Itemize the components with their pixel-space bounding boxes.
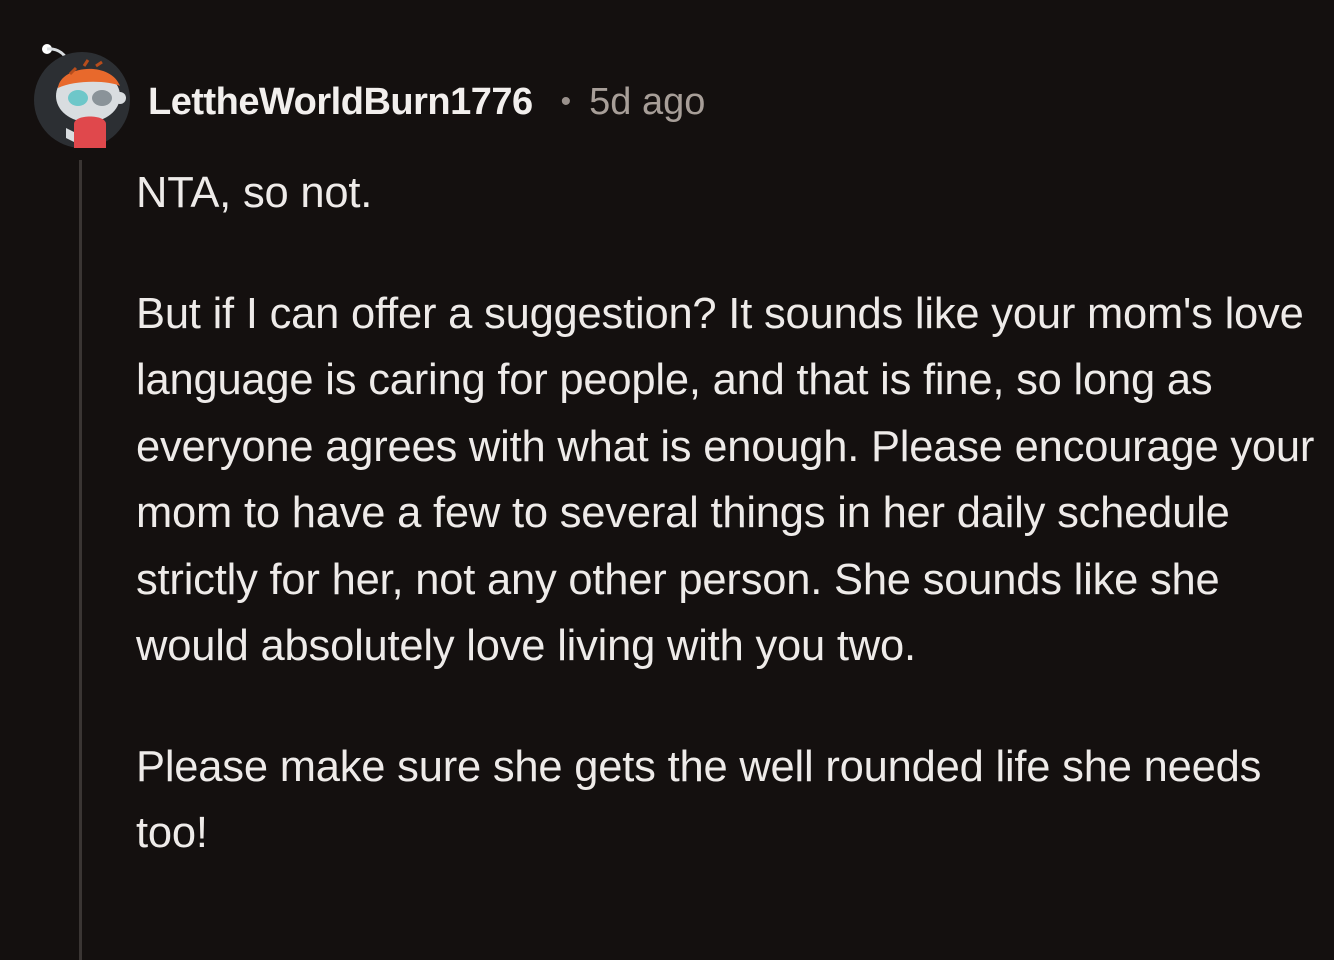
comment-paragraph: But if I can offer a suggestion? It soun…: [136, 289, 1315, 671]
comment-timestamp[interactable]: 5d ago: [589, 81, 705, 124]
thread-line[interactable]: [79, 160, 82, 960]
comment-header: LettheWorldBurn1776 • 5d ago: [148, 78, 705, 126]
comment-paragraph: Please make sure she gets the well round…: [136, 742, 1262, 858]
snoo-avatar-icon: [34, 44, 130, 148]
meta-separator: •: [560, 85, 572, 118]
comment-body: NTA, so not. But if I can offer a sugges…: [136, 160, 1316, 867]
comment-paragraph: NTA, so not.: [136, 169, 373, 217]
avatar[interactable]: [30, 44, 134, 148]
author-username[interactable]: LettheWorldBurn1776: [148, 81, 533, 124]
